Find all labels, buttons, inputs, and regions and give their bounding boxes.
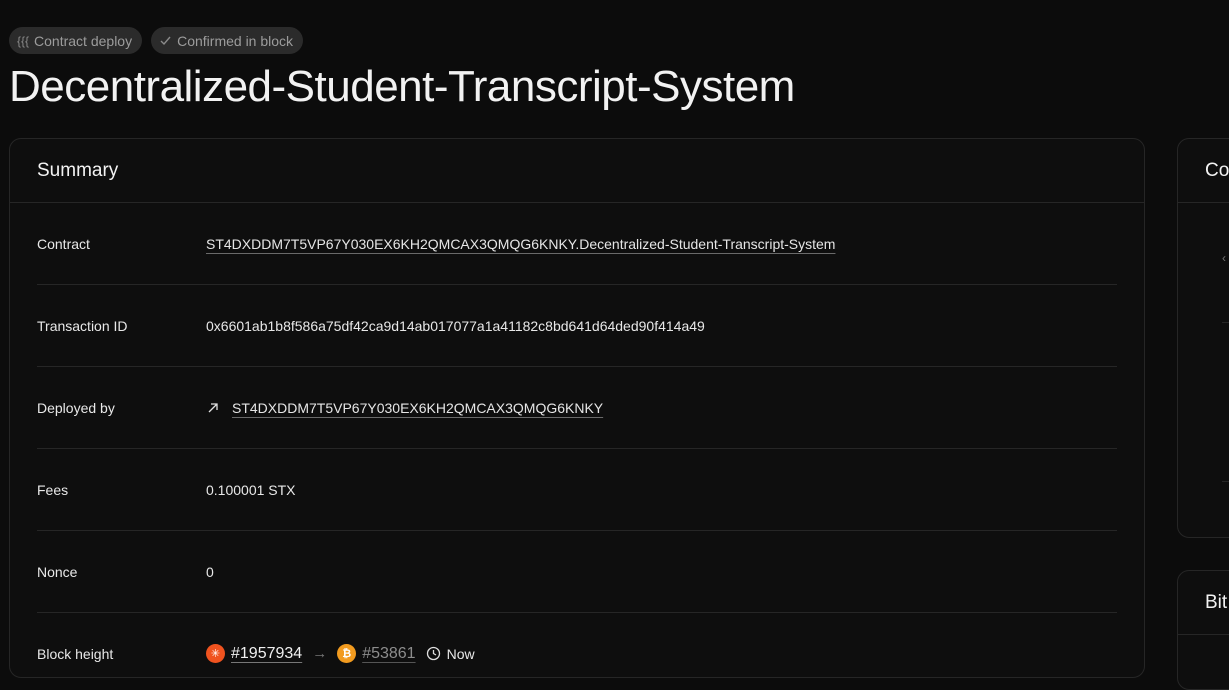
nonce-row: Nonce 0 (37, 531, 1117, 613)
transaction-id-row: Transaction ID 0x6601ab1b8f586a75df42ca9… (37, 285, 1117, 367)
stacks-icon: ✳ (206, 644, 225, 663)
contract-deploy-badge-label: Contract deploy (34, 32, 133, 49)
side-chevron-icon: ‹ (1222, 251, 1226, 265)
summary-card: Summary Contract ST4DXDDM7T5VP67Y030EX6K… (9, 138, 1145, 678)
deployed-by-row: Deployed by ST4DXDDM7T5VP67Y030EX6KH2QMC… (37, 367, 1117, 449)
side-card-bottom: Bit (1177, 570, 1229, 690)
side-card-bottom-heading: Bit (1178, 571, 1229, 635)
contract-link[interactable]: ST4DXDDM7T5VP67Y030EX6KH2QMCAX3QMQG6KNKY… (206, 236, 835, 252)
summary-rows: Contract ST4DXDDM7T5VP67Y030EX6KH2QMCAX3… (10, 203, 1144, 677)
bitcoin-icon: ₿ (337, 644, 357, 663)
summary-heading: Summary (10, 139, 1144, 203)
confirmed-badge-label: Confirmed in block (177, 32, 294, 49)
contract-braces-icon: {{{ (17, 33, 30, 48)
deployer-address-link[interactable]: ST4DXDDM7T5VP67Y030EX6KH2QMCAX3QMQG6KNKY (232, 400, 603, 416)
contract-label: Contract (37, 235, 90, 252)
contract-deploy-badge: {{{ Contract deploy (9, 27, 143, 54)
contract-row: Contract ST4DXDDM7T5VP67Y030EX6KH2QMCAX3… (37, 203, 1117, 285)
page-title: Decentralized-Student-Transcript-System (9, 62, 795, 111)
arrow-up-right-icon (206, 401, 220, 415)
fees-label: Fees (37, 481, 69, 498)
confirmed-badge: Confirmed in block (151, 27, 304, 54)
arrow-right-icon: → (312, 645, 328, 662)
side-divider (1222, 322, 1229, 323)
fees-row: Fees 0.100001 STX (37, 449, 1117, 531)
checkmark-icon (159, 34, 172, 47)
side-card-top-heading: Co (1178, 139, 1229, 203)
clock-icon (426, 646, 441, 661)
transaction-id-label: Transaction ID (37, 317, 128, 334)
nonce-value: 0 (206, 563, 214, 580)
side-card-top: Co ‹ (1177, 138, 1229, 538)
block-height-label: Block height (37, 645, 114, 662)
side-divider (1222, 481, 1229, 482)
deployed-by-label: Deployed by (37, 399, 115, 416)
transaction-id-value: 0x6601ab1b8f586a75df42ca9d14ab017077a1a4… (206, 317, 705, 334)
block-time: Now (446, 645, 475, 662)
nonce-label: Nonce (37, 563, 78, 580)
block-height-row: Block height ✳ #1957934 → ₿ #53861 Now (37, 613, 1117, 677)
fees-value: 0.100001 STX (206, 481, 296, 498)
badge-row: {{{ Contract deploy Confirmed in block (9, 27, 304, 54)
